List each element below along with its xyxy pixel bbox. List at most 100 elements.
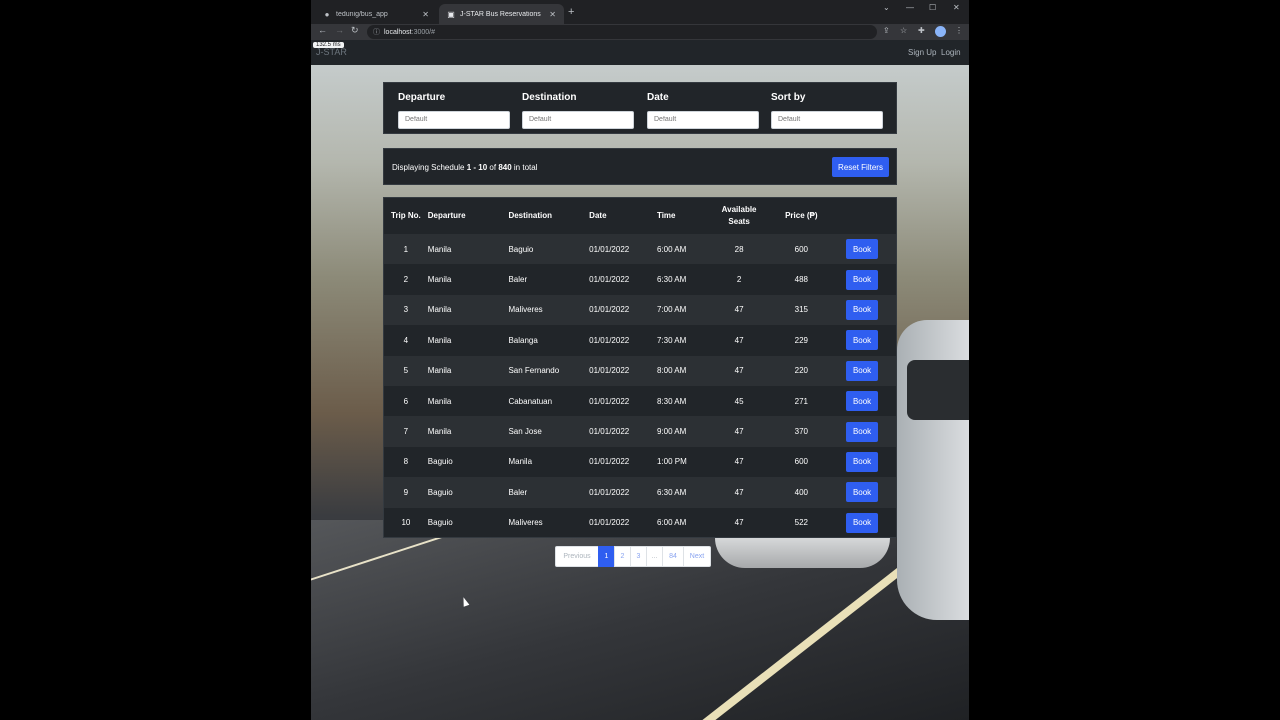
filter-date: Date: [647, 92, 759, 129]
bookmark-star-icon[interactable]: ☆: [900, 26, 907, 35]
page-ellipsis: ...: [646, 546, 663, 567]
header-time: Time: [656, 211, 676, 220]
pagination-next[interactable]: Next: [683, 546, 711, 567]
share-icon[interactable]: ⇪: [883, 26, 890, 35]
book-button[interactable]: Book: [846, 421, 879, 442]
departure-input[interactable]: [398, 110, 510, 129]
book-button[interactable]: Book: [846, 239, 879, 260]
cell-price: 600: [794, 244, 808, 254]
cell-date: 01/01/2022: [589, 366, 630, 376]
cell-action: Book: [846, 356, 896, 386]
brand-logo[interactable]: J-STAR: [316, 47, 347, 57]
date-input[interactable]: [647, 110, 759, 129]
address-bar[interactable]: ⓘ localhost:3000/#: [367, 25, 877, 39]
book-button[interactable]: Book: [846, 391, 879, 412]
cell-destination: Maliveres: [508, 305, 543, 315]
schedule-table: Trip No. Departure Destination Date Time…: [383, 197, 897, 538]
table-row: 3 Manila Maliveres 01/01/2022 7:00 AM 47 315 Bo…: [384, 294, 896, 326]
signup-link[interactable]: Sign Up: [908, 48, 936, 57]
cell-time: 6:30 AM: [656, 275, 687, 285]
maximize-icon[interactable]: ☐: [929, 3, 936, 12]
new-tab-button[interactable]: +: [568, 6, 574, 18]
page-84-link[interactable]: 84: [662, 546, 684, 567]
header-price: Price (₱): [785, 211, 818, 220]
cell-departure: Manila: [427, 366, 452, 376]
table-row: 7 Manila San Jose 01/01/2022 9:00 AM 47 370 Boo…: [384, 416, 896, 447]
cell-destination: San Jose: [508, 427, 542, 437]
book-button[interactable]: Book: [846, 360, 879, 381]
tab-github[interactable]: ● tedunig/bus_app ✕: [315, 4, 437, 24]
pagination-previous[interactable]: Previous: [555, 546, 599, 567]
tab-strip: ● tedunig/bus_app ✕ ▣ J-STAR Bus Reserva…: [311, 0, 969, 24]
book-button[interactable]: Book: [846, 330, 879, 351]
cell-price: 220: [794, 366, 808, 376]
cell-destination: Baler: [508, 275, 528, 285]
cell-action: Book: [846, 295, 896, 325]
minimize-icon[interactable]: —: [906, 3, 914, 12]
cell-price: 522: [794, 518, 808, 528]
cell-time: 9:00 AM: [656, 427, 687, 437]
page-1-link[interactable]: 1: [598, 546, 615, 567]
cell-trip-no: 1: [403, 244, 409, 254]
book-button[interactable]: Book: [846, 451, 879, 472]
reload-icon[interactable]: ↻: [351, 25, 359, 36]
cell-date: 01/01/2022: [589, 396, 630, 406]
filter-departure: Departure: [398, 92, 510, 129]
cell-price: 600: [794, 457, 808, 467]
cell-price: 271: [794, 396, 808, 406]
reset-filters-button[interactable]: Reset Filters: [832, 157, 889, 177]
cell-seats: 45: [734, 396, 744, 406]
cell-seats: 47: [734, 518, 744, 528]
book-button[interactable]: Book: [846, 512, 879, 533]
cell-price: 315: [794, 305, 808, 315]
forward-icon[interactable]: →: [335, 25, 344, 35]
cell-date: 01/01/2022: [589, 275, 630, 285]
tab-search-icon[interactable]: ⌄: [883, 3, 890, 12]
cell-action: Book: [846, 477, 896, 507]
cell-time: 1:00 PM: [656, 457, 687, 467]
header-date: Date: [589, 211, 607, 220]
cell-trip-no: 5: [403, 366, 409, 376]
table-row: 5 Manila San Fernando 01/01/2022 8:00 AM 47 22…: [384, 355, 896, 386]
extensions-icon[interactable]: ✚: [918, 26, 925, 35]
cell-departure: Manila: [427, 244, 452, 254]
destination-input[interactable]: [522, 110, 634, 129]
login-link[interactable]: Login: [941, 48, 961, 57]
cell-time: 6:00 AM: [656, 518, 687, 528]
book-button[interactable]: Book: [846, 482, 879, 503]
close-icon[interactable]: ✕: [549, 10, 556, 19]
sort-input[interactable]: [771, 110, 883, 129]
filter-label: Destination: [522, 92, 577, 103]
profile-avatar[interactable]: [935, 26, 946, 37]
table-row: 9 Baguio Baler 01/01/2022 6:30 AM 47 400 Book: [384, 477, 896, 508]
cell-departure: Manila: [427, 396, 452, 406]
cell-destination: San Fernando: [508, 366, 560, 376]
info-icon[interactable]: ⓘ: [373, 27, 380, 37]
header-trip-no: Trip No.: [391, 211, 421, 220]
cell-action: Book: [846, 416, 896, 446]
pagination: Previous 1 2 3 ... 84 Next: [555, 546, 711, 567]
close-icon[interactable]: ✕: [422, 10, 429, 19]
filter-sort: Sort by: [771, 92, 883, 129]
cell-trip-no: 6: [403, 396, 409, 406]
book-button[interactable]: Book: [846, 299, 879, 320]
book-button[interactable]: Book: [846, 269, 879, 290]
back-icon[interactable]: ←: [318, 25, 327, 35]
page-2-link[interactable]: 2: [614, 546, 631, 567]
cell-date: 01/01/2022: [589, 244, 630, 254]
cell-seats: 2: [736, 275, 742, 285]
cell-seats: 47: [734, 335, 744, 345]
page-3-link[interactable]: 3: [630, 546, 647, 567]
cell-seats: 47: [734, 487, 744, 497]
header-destination: Destination: [508, 211, 553, 220]
cell-departure: Baguio: [427, 487, 453, 497]
tab-jstar[interactable]: ▣ J-STAR Bus Reservations ✕: [439, 4, 564, 24]
cell-seats: 47: [734, 305, 744, 315]
site-navbar: J-STAR Sign Up Login: [311, 40, 969, 65]
table-row: 10 Baguio Maliveres 01/01/2022 6:00 AM 47 522 B…: [384, 508, 896, 538]
page-icon: ▣: [447, 9, 455, 19]
filter-label: Date: [647, 92, 669, 103]
menu-icon[interactable]: ⋮: [955, 26, 963, 35]
cell-destination: Balanga: [508, 335, 538, 345]
window-close-icon[interactable]: ✕: [953, 3, 960, 12]
